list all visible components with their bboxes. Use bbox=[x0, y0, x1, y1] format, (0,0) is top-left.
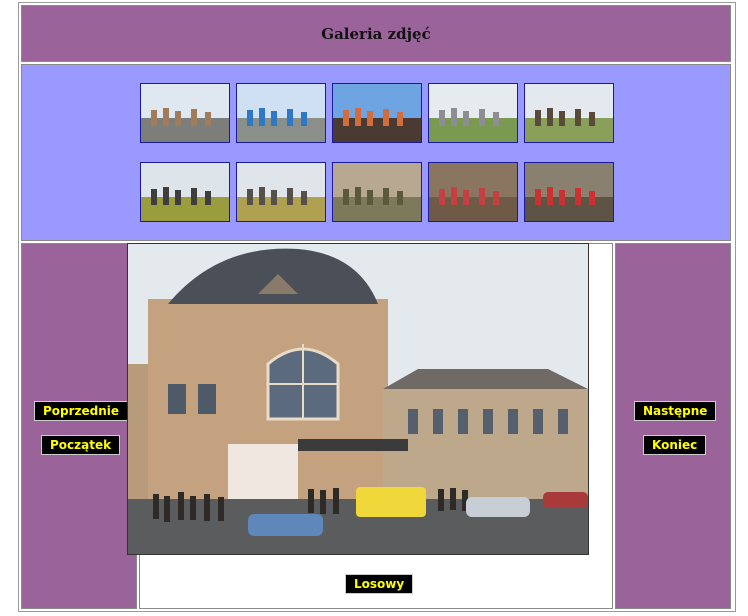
main-photo-station[interactable] bbox=[127, 243, 589, 555]
thumb-hill-walkers[interactable] bbox=[524, 83, 614, 143]
thumb-cemetery[interactable] bbox=[428, 162, 518, 222]
previous-button[interactable]: Poprzednie bbox=[34, 401, 129, 421]
header-bar: Galeria zdjęć bbox=[21, 5, 731, 62]
thumb-field-group[interactable] bbox=[140, 162, 230, 222]
start-button[interactable]: Początek bbox=[41, 435, 121, 455]
thumb-soldiers-crowd[interactable] bbox=[332, 162, 422, 222]
thumbnail-strip bbox=[21, 64, 731, 241]
thumb-train-platform[interactable] bbox=[236, 83, 326, 143]
thumb-tuchow-sign-crowd[interactable] bbox=[332, 83, 422, 143]
next-button[interactable]: Następne bbox=[634, 401, 717, 421]
thumb-field-crowd[interactable] bbox=[236, 162, 326, 222]
right-nav-panel: Następne Koniec bbox=[615, 243, 731, 609]
thumb-station-building[interactable] bbox=[140, 83, 230, 143]
page-title: Galeria zdjęć bbox=[321, 24, 431, 43]
random-button[interactable]: Losowy bbox=[345, 574, 414, 594]
thumb-road-village[interactable] bbox=[428, 83, 518, 143]
end-button[interactable]: Koniec bbox=[643, 435, 707, 455]
left-nav-panel: Poprzednie Początek bbox=[21, 243, 137, 609]
thumb-memorial-flag[interactable] bbox=[524, 162, 614, 222]
station-illustration bbox=[128, 244, 588, 554]
